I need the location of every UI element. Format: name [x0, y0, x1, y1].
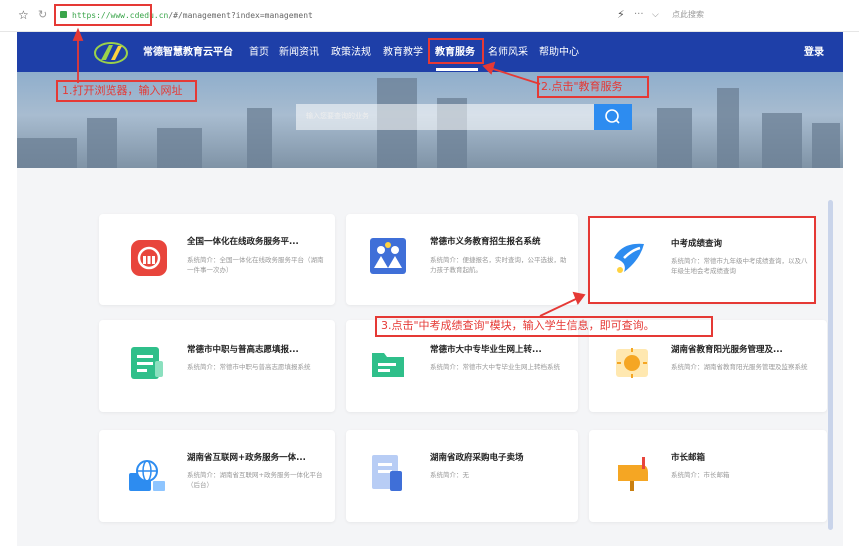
- step3-annotation: 3.点击"中考成绩查询"模块，输入学生信息，即可查询。: [381, 319, 655, 332]
- step1-annotation: 1.打开浏览器，输入网址: [62, 84, 183, 97]
- step2-annotation: 2.点击"教育服务: [541, 80, 623, 93]
